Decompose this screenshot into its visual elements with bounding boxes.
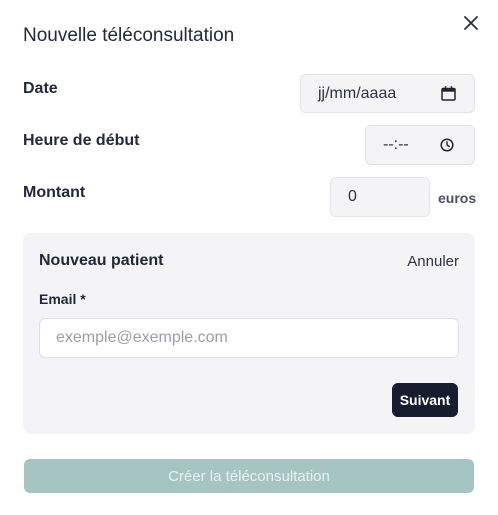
start-time-label: Heure de début	[23, 132, 140, 149]
new-teleconsultation-dialog: Nouvelle téléconsultation Date jj/mm/aaa…	[0, 0, 498, 515]
close-button[interactable]	[459, 11, 483, 35]
cancel-button[interactable]: Annuler	[407, 253, 459, 270]
clock-icon[interactable]	[440, 138, 454, 152]
date-label: Date	[23, 80, 58, 97]
create-teleconsultation-button[interactable]: Créer la téléconsultation	[24, 459, 474, 493]
calendar-icon[interactable]	[441, 86, 456, 101]
date-input[interactable]: jj/mm/aaaa	[300, 74, 475, 113]
amount-value: 0	[348, 188, 357, 205]
email-field[interactable]	[39, 318, 459, 358]
date-placeholder: jj/mm/aaaa	[318, 84, 397, 102]
email-label: Email *	[39, 291, 86, 307]
new-patient-panel: Nouveau patient Annuler Email * Suivant	[23, 233, 475, 434]
close-icon	[464, 16, 478, 30]
next-button[interactable]: Suivant	[392, 383, 458, 417]
amount-input[interactable]: 0	[330, 177, 430, 217]
time-placeholder: --:--	[383, 136, 409, 153]
dialog-title: Nouvelle téléconsultation	[23, 25, 235, 46]
start-time-input[interactable]: --:--	[365, 125, 475, 165]
amount-unit: euros	[438, 190, 477, 206]
new-patient-title: Nouveau patient	[39, 252, 164, 269]
amount-label: Montant	[23, 184, 86, 201]
